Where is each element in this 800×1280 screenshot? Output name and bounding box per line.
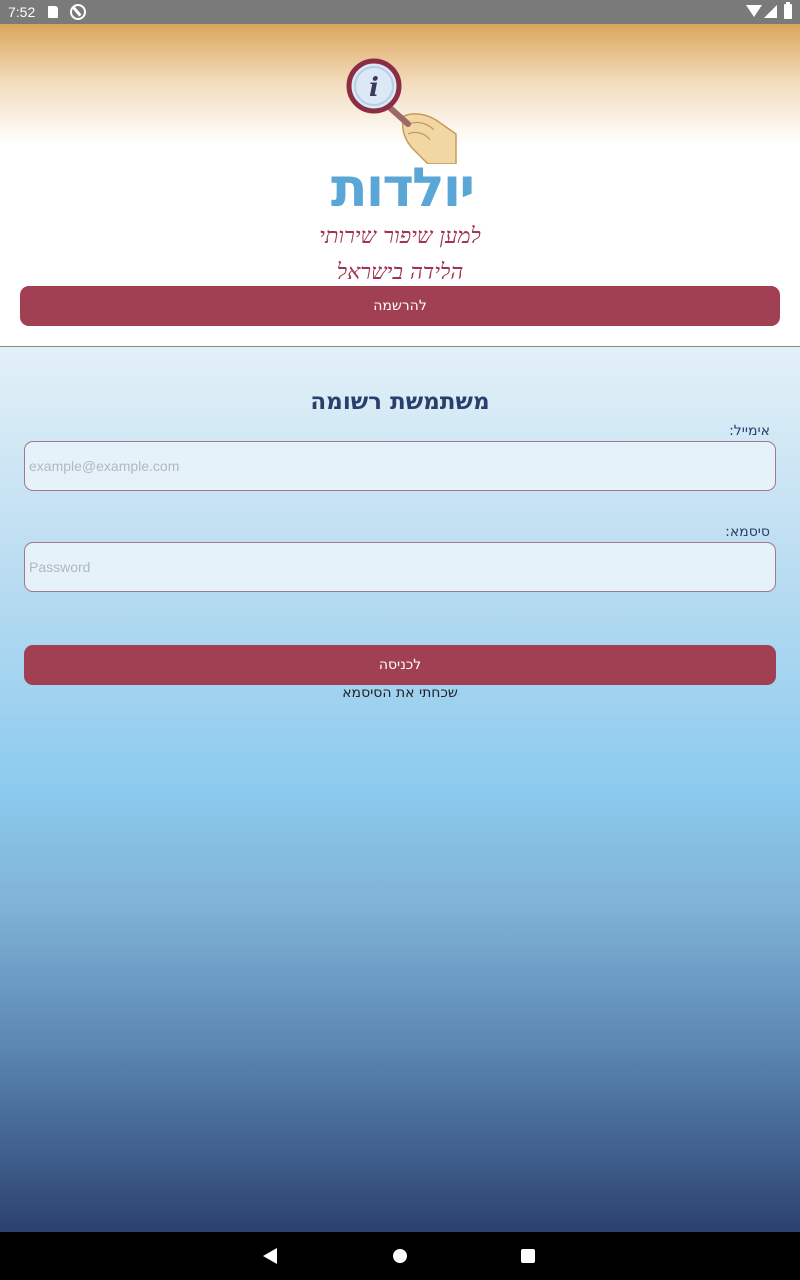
password-label: סיסמא: xyxy=(725,524,770,540)
email-input[interactable] xyxy=(24,441,776,491)
magnifier-icon: i xyxy=(346,58,457,164)
back-icon[interactable] xyxy=(263,1248,277,1264)
logo-wordmark: יולדות xyxy=(330,156,475,219)
app-logo: i יולדות למען שיפור שירותי הלידה בישראל xyxy=(300,44,500,285)
recents-icon[interactable] xyxy=(521,1249,535,1263)
sync-icon xyxy=(70,4,86,20)
email-label: אימייל: xyxy=(729,423,770,439)
wifi-icon xyxy=(746,5,762,17)
status-bar: 7:52 xyxy=(0,0,800,24)
login-section: משתמשת רשומה אימייל: סיסמא: לכניסה שכחתי… xyxy=(0,346,800,1233)
status-time: 7:52 xyxy=(8,4,36,20)
home-icon[interactable] xyxy=(393,1249,407,1263)
login-title: משתמשת רשומה xyxy=(310,389,490,415)
app-screen: i יולדות למען שיפור שירותי הלידה בישראל … xyxy=(0,24,800,1233)
register-button[interactable]: להרשמה xyxy=(20,286,780,326)
svg-text:i: i xyxy=(369,73,379,103)
logo-tagline-line2: הלידה בישראל xyxy=(336,260,464,285)
login-button[interactable]: לכניסה xyxy=(24,645,776,685)
password-input[interactable] xyxy=(24,542,776,592)
sd-card-icon xyxy=(48,6,58,18)
battery-icon xyxy=(784,2,792,19)
forgot-password-link[interactable]: שכחתי את הסיסמא xyxy=(0,685,800,701)
header-section: i יולדות למען שיפור שירותי הלידה בישראל … xyxy=(0,24,800,346)
signal-icon xyxy=(764,5,777,18)
navigation-bar xyxy=(0,1232,800,1280)
logo-tagline-line1: למען שיפור שירותי xyxy=(319,224,481,249)
